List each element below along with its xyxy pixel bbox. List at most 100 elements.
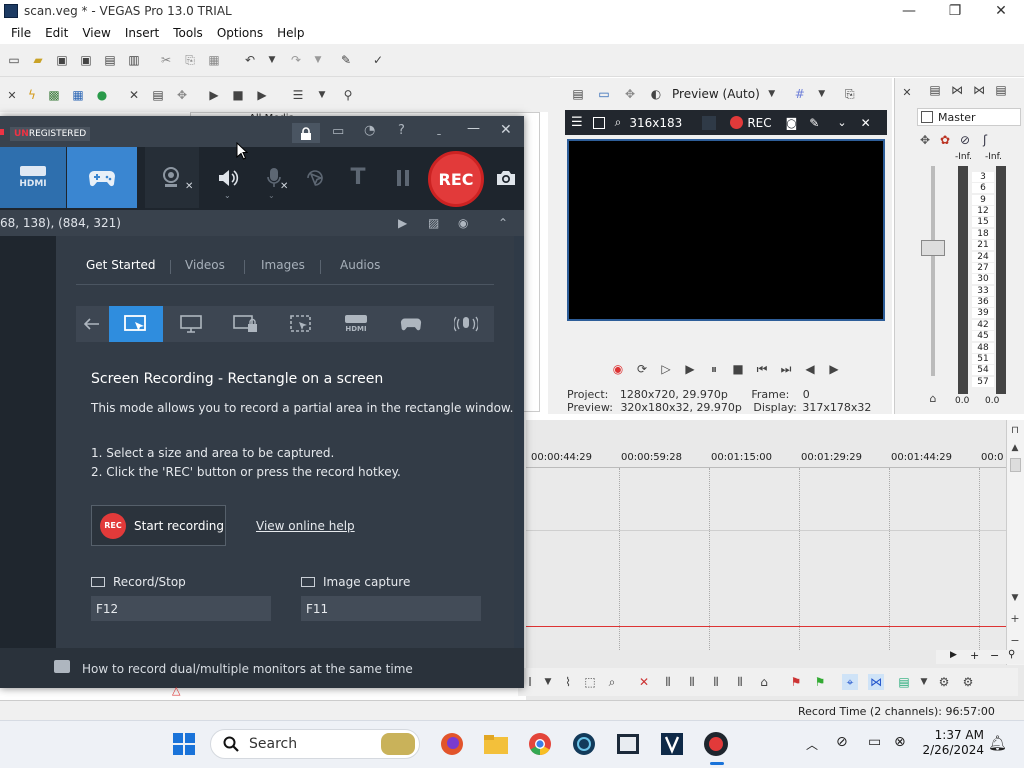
ignore-grouping-icon[interactable]: ⚙ <box>960 674 976 690</box>
back-button[interactable] <box>76 306 108 342</box>
mixer-icon-2[interactable]: ⋈ <box>949 82 965 98</box>
fullscreen-mode-button[interactable] <box>164 306 218 342</box>
go-to-end-icon[interactable]: ⏭ <box>778 361 794 377</box>
multi-monitor-tip-link[interactable]: How to record dual/multiple monitors at … <box>82 662 413 676</box>
menu-options[interactable]: Options <box>210 26 270 40</box>
speaker-dropdown-icon[interactable]: ⌄ <box>224 191 231 200</box>
windows-start-icon[interactable] <box>170 730 198 758</box>
cut-icon[interactable]: ✂ <box>158 52 174 68</box>
split-icon[interactable]: ⫴ <box>732 674 748 690</box>
hdmi-mode-tile[interactable]: HDMI <box>0 147 66 208</box>
marker-icon[interactable]: ⚑ <box>788 674 804 690</box>
timeline-vertical-scrollbar[interactable]: ⊓ ▲ ▼ + − <box>1006 420 1024 665</box>
network-off-icon[interactable]: ⊘ <box>836 734 848 750</box>
ripple-icon[interactable]: ▤ <box>896 674 912 690</box>
search-media-icon[interactable]: ⚲ <box>340 87 356 103</box>
audio-only-mode-button[interactable] <box>439 306 493 342</box>
microphone-dropdown-icon[interactable]: ⌄ <box>268 191 275 200</box>
mixer-icon-3[interactable]: ⋈ <box>971 82 987 98</box>
brush-icon[interactable]: ✎ <box>338 52 354 68</box>
scroll-marker-icon[interactable]: ⊓ <box>1007 422 1023 438</box>
snapping-icon[interactable]: ⌖ <box>842 674 858 690</box>
trim-start-icon[interactable]: ⫴ <box>684 674 700 690</box>
redo-icon[interactable]: ↷ <box>288 52 304 68</box>
master-mute-icon[interactable]: ⊘ <box>957 132 973 148</box>
lightning-icon[interactable]: ϟ <box>24 87 40 103</box>
zoom-tool-icon[interactable]: ⌕ <box>604 674 620 690</box>
redo-dropdown-icon[interactable]: ▼ <box>310 52 326 68</box>
recorder-minimize-icon[interactable]: — <box>467 121 480 136</box>
scroll-up-icon[interactable]: ▲ <box>1007 440 1023 456</box>
capture-close-icon[interactable]: ✕ <box>861 116 871 130</box>
capture-pen-icon[interactable]: ✎ <box>809 116 819 130</box>
display-icon[interactable]: ▭ <box>868 734 881 750</box>
h-zoom-out-icon[interactable]: − <box>990 649 999 662</box>
view-online-help-link[interactable]: View online help <box>256 519 355 533</box>
region-icon[interactable]: ⚑ <box>812 674 828 690</box>
microphone-toggle[interactable]: ✕ ⌄ <box>256 147 292 208</box>
prev-frame-icon[interactable]: ◀ <box>802 361 818 377</box>
tab-get-started[interactable]: Get Started <box>86 258 156 272</box>
locked-window-mode-button[interactable] <box>219 306 273 342</box>
rec-button[interactable]: REC <box>428 151 484 207</box>
go-to-start-icon[interactable]: ⏮ <box>754 361 770 377</box>
screenshot-button[interactable] <box>490 147 522 208</box>
menu-tools[interactable]: Tools <box>166 26 210 40</box>
mouse-effect-toggle[interactable] <box>298 147 332 208</box>
capture-rect-icon[interactable] <box>592 116 605 129</box>
overlay-dropdown-icon[interactable]: ▼ <box>814 86 830 102</box>
menu-view[interactable]: View <box>75 26 117 40</box>
master-solo-icon[interactable]: ʃ <box>977 132 993 148</box>
undo-dropdown-icon[interactable]: ▼ <box>264 52 280 68</box>
capture-collapse-icon[interactable]: ⌄ <box>837 116 846 129</box>
image-capture-hotkey-field[interactable]: F11 <box>301 596 481 621</box>
game-mode-tile[interactable] <box>67 147 137 208</box>
lock-envelopes-icon[interactable]: ⚙ <box>936 674 952 690</box>
lock-icon[interactable]: ⌂ <box>756 674 772 690</box>
zoom-out-icon[interactable]: − <box>1007 632 1023 648</box>
unregistered-badge[interactable]: UNREGISTERED <box>10 127 91 141</box>
scroll-right-icon[interactable]: ▶ <box>950 650 957 660</box>
lock-icon[interactable] <box>292 123 320 143</box>
pin-icon[interactable]: ✓ <box>370 52 386 68</box>
tab-images[interactable]: Images <box>261 258 305 272</box>
notification-bell-icon[interactable]: 🔔︎ <box>988 734 1007 752</box>
game-recording-mode-button[interactable] <box>384 306 438 342</box>
play-from-start-icon[interactable]: ▷ <box>658 361 674 377</box>
render-icon[interactable]: ▤ <box>102 52 118 68</box>
firefox-icon[interactable] <box>438 730 466 758</box>
grid-overlay-icon[interactable]: # <box>792 86 808 102</box>
auto-preview-icon[interactable]: ▶ <box>254 87 270 103</box>
timeline-tracks[interactable] <box>526 468 1006 650</box>
delete-icon[interactable]: ✕ <box>126 87 142 103</box>
rectangle-mode-button[interactable] <box>109 306 163 342</box>
preview-quality-select[interactable]: Preview (Auto) <box>672 87 760 101</box>
menu-file[interactable]: File <box>4 26 38 40</box>
image-output-icon[interactable]: ▨ <box>428 216 439 230</box>
recorder-menu-icon[interactable]: ˍ <box>436 122 442 136</box>
external-monitor-icon[interactable]: ▭ <box>596 86 612 102</box>
capture-rec-label[interactable]: REC <box>747 116 771 130</box>
video-output-icon[interactable]: ▶ <box>398 216 407 230</box>
volume-muted-icon[interactable]: ⊗ <box>894 734 906 750</box>
start-recording-button[interactable]: REC Start recording <box>91 505 226 546</box>
menu-help[interactable]: Help <box>270 26 311 40</box>
broadcast-icon[interactable]: ◉ <box>458 216 468 230</box>
edit-tool-dropdown-icon[interactable]: I <box>522 674 538 690</box>
webcam-toggle[interactable]: ✕ <box>145 147 199 208</box>
tab-audios[interactable]: Audios <box>340 258 380 272</box>
delete-tool-icon[interactable]: ✕ <box>636 674 652 690</box>
play-icon[interactable]: ▶ <box>206 87 222 103</box>
scroll-thumb[interactable] <box>1010 458 1021 472</box>
chrome-icon[interactable] <box>526 730 554 758</box>
next-frame-icon[interactable]: ▶ <box>826 361 842 377</box>
menu-insert[interactable]: Insert <box>118 26 166 40</box>
master-fx-icon[interactable] <box>921 111 933 123</box>
copy-icon[interactable]: ⎘ <box>182 52 198 68</box>
recorder-taskbar-icon[interactable] <box>702 730 730 758</box>
zoom-in-icon[interactable]: + <box>1007 610 1023 626</box>
file-explorer-icon[interactable] <box>482 730 510 758</box>
capture-menu-icon[interactable]: ☰ <box>571 115 583 130</box>
undo-icon[interactable]: ↶ <box>242 52 258 68</box>
text-tool-toggle[interactable]: T <box>340 147 376 208</box>
